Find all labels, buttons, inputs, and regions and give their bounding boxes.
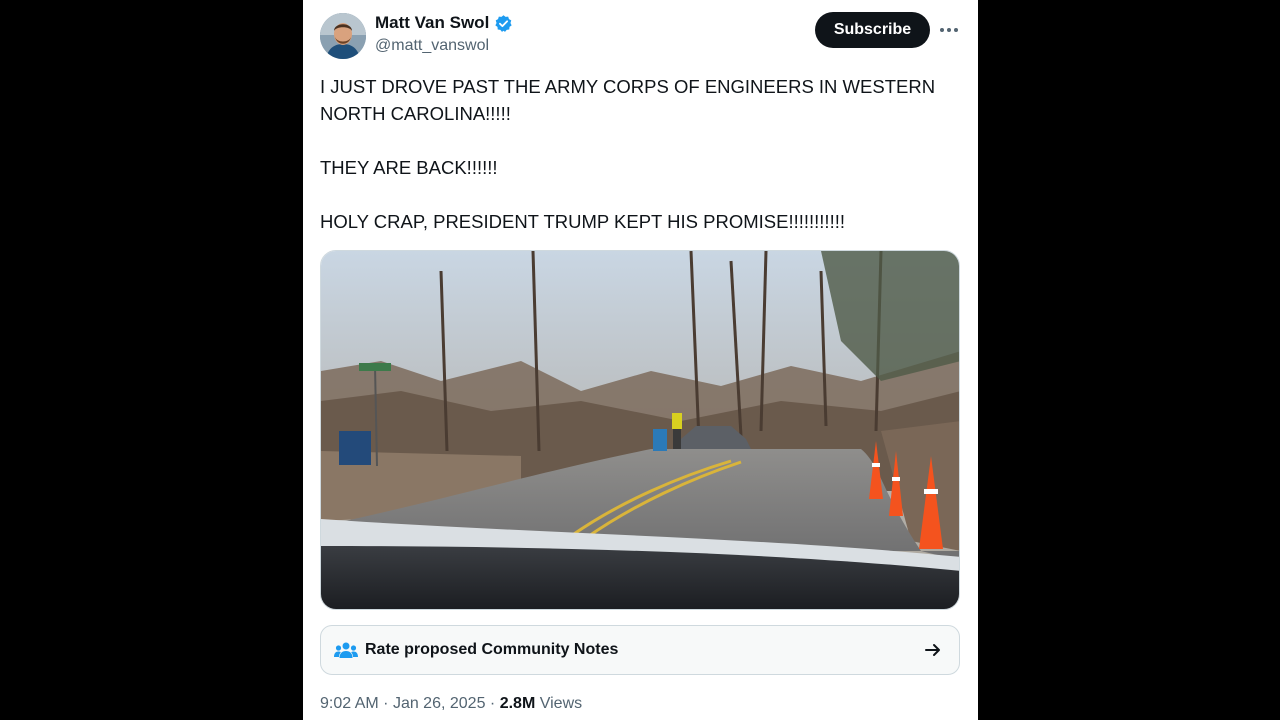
verified-badge-icon (494, 14, 513, 33)
more-horizontal-icon[interactable] (937, 18, 961, 42)
author-handle[interactable]: @matt_vanswol (375, 37, 489, 55)
author-name[interactable]: Matt Van Swol (375, 13, 489, 33)
tweet-card: Matt Van Swol @matt_vanswol Subscribe I … (303, 0, 978, 720)
tweet-date[interactable]: Jan 26, 2025 (393, 695, 486, 712)
separator-dot: · (489, 695, 500, 712)
tweet-time[interactable]: 9:02 AM (320, 695, 379, 712)
tweet-text-line: THEY ARE BACK!!!!!! (320, 157, 498, 178)
people-icon (334, 640, 358, 662)
community-notes-bar[interactable]: Rate proposed Community Notes (320, 625, 960, 675)
avatar[interactable] (320, 13, 366, 59)
views-count: 2.8M (499, 695, 536, 712)
arrow-right-icon (923, 640, 943, 660)
video-frame (321, 251, 959, 609)
views-label: Views (539, 695, 583, 712)
tweet-video[interactable] (320, 250, 960, 610)
tweet-text: I JUST DROVE PAST THE ARMY CORPS OF ENGI… (320, 73, 960, 262)
separator-dot: · (383, 695, 393, 712)
tweet-text-line: HOLY CRAP, PRESIDENT TRUMP KEPT HIS PROM… (320, 211, 845, 232)
author-name-row: Matt Van Swol (375, 13, 513, 33)
subscribe-button[interactable]: Subscribe (815, 12, 930, 48)
tweet-meta: 9:02 AM · Jan 26, 2025 · 2.8M Views (320, 695, 582, 713)
tweet-text-line: I JUST DROVE PAST THE ARMY CORPS OF ENGI… (320, 76, 936, 124)
community-notes-label: Rate proposed Community Notes (365, 641, 619, 658)
